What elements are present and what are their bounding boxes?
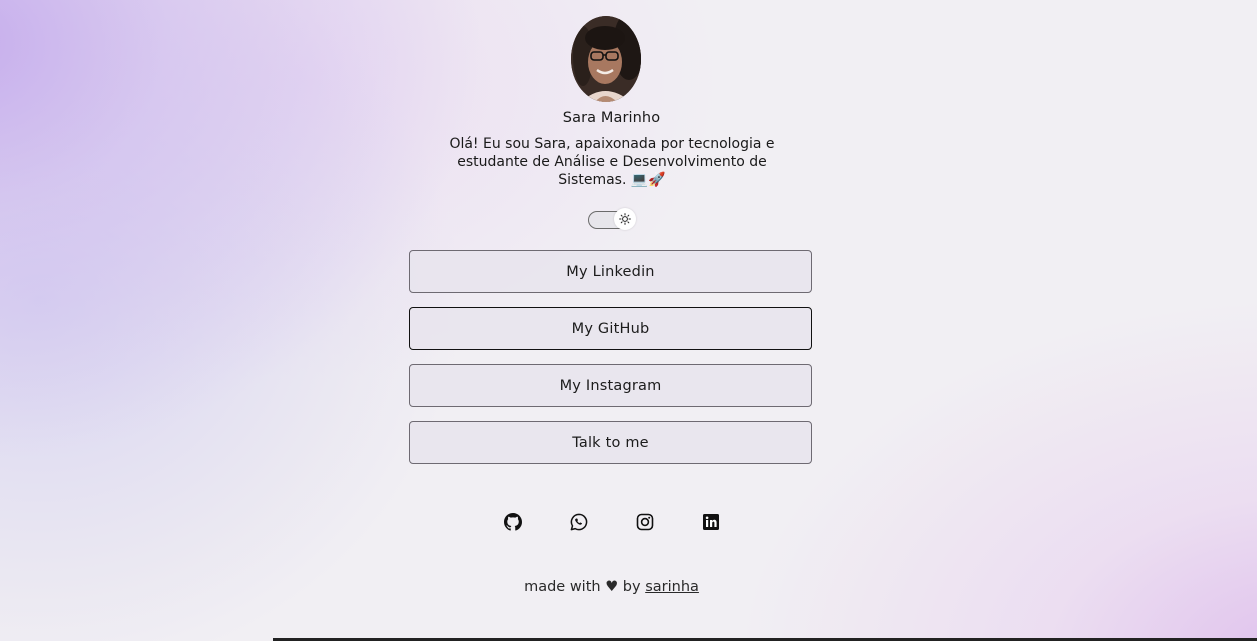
sun-icon <box>619 213 631 225</box>
profile-name: Sara Marinho <box>562 110 661 126</box>
github-link-button[interactable]: My GitHub <box>409 307 812 350</box>
profile-bio: Olá! Eu sou Sara, apaixonada por tecnolo… <box>449 136 775 188</box>
theme-toggle[interactable] <box>588 208 638 231</box>
linkedin-icon[interactable] <box>702 513 720 531</box>
avatar <box>571 16 641 102</box>
footer: made with ♥ by sarinha <box>0 579 1223 595</box>
talk-to-me-button[interactable]: Talk to me <box>409 421 812 464</box>
linkedin-link-button[interactable]: My Linkedin <box>409 250 812 293</box>
github-icon[interactable] <box>504 513 522 531</box>
profile-page: Sara Marinho Olá! Eu sou Sara, apaixonad… <box>0 0 1257 641</box>
toggle-knob[interactable] <box>614 208 636 230</box>
footer-text: made with ♥ by <box>524 579 641 595</box>
instagram-icon[interactable] <box>636 513 654 531</box>
instagram-link-button[interactable]: My Instagram <box>409 364 812 407</box>
whatsapp-icon[interactable] <box>570 513 588 531</box>
author-link[interactable]: sarinha <box>645 579 699 595</box>
